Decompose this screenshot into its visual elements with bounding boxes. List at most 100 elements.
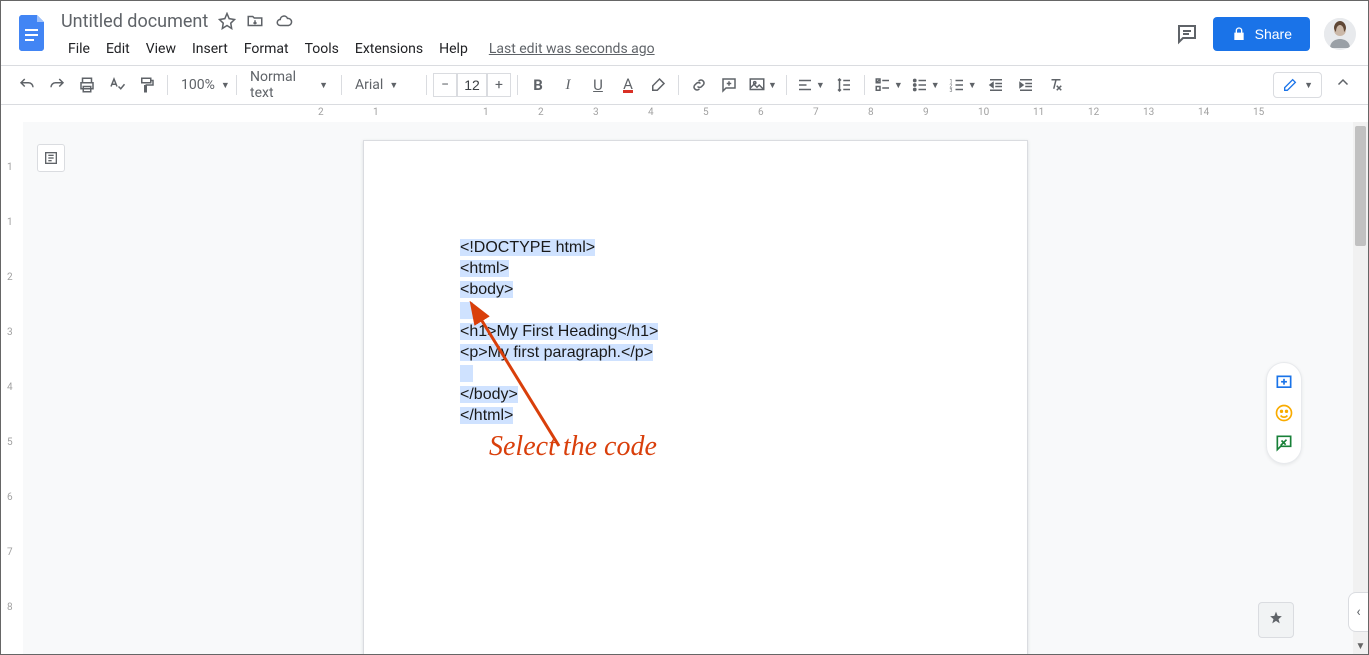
chevron-down-icon: ▼ <box>968 80 977 91</box>
align-button[interactable]: ▼ <box>793 71 828 99</box>
insert-link-button[interactable] <box>685 71 713 99</box>
paragraph-style-combo[interactable]: Normal text ▼ <box>243 72 335 98</box>
scroll-down-arrow[interactable]: ▼ <box>1353 639 1368 654</box>
document-line[interactable]: <h1>My First Heading</h1> <box>460 321 931 342</box>
scroll-thumb[interactable] <box>1355 126 1366 246</box>
menu-file[interactable]: File <box>61 37 97 61</box>
font-size-stepper: − + <box>433 73 511 97</box>
page-scroll-area[interactable]: <!DOCTYPE html><html><body> <h1>My First… <box>23 122 1368 654</box>
chevron-down-icon: ▼ <box>389 80 398 91</box>
side-panel-toggle[interactable]: ‹ <box>1348 592 1368 632</box>
menu-help[interactable]: Help <box>432 37 475 61</box>
toolbar-separator <box>341 75 342 95</box>
comments-history-icon[interactable] <box>1175 22 1199 46</box>
docs-logo[interactable] <box>13 13 53 53</box>
explore-button[interactable] <box>1258 602 1294 638</box>
redo-button[interactable] <box>43 71 71 99</box>
paint-format-button[interactable] <box>133 71 161 99</box>
document-line[interactable] <box>460 300 931 321</box>
chevron-down-icon: ▼ <box>816 80 825 91</box>
horizontal-ruler[interactable]: 21123456789101112131415 <box>1 105 1368 121</box>
menu-edit[interactable]: Edit <box>99 37 137 61</box>
add-emoji-button[interactable] <box>1272 401 1296 425</box>
app-header: Untitled document File Edit View Insert … <box>1 1 1368 65</box>
font-size-input[interactable] <box>457 73 487 97</box>
vertical-ruler[interactable]: 112345678 <box>1 122 23 654</box>
toolbar: 100%▼ Normal text▼ Arial▼ − + B I U A ▼ … <box>1 65 1368 105</box>
share-label: Share <box>1255 26 1292 42</box>
document-line[interactable]: </body> <box>460 384 931 405</box>
document-line[interactable]: <p>My first paragraph.</p> <box>460 342 931 363</box>
menu-extensions[interactable]: Extensions <box>348 37 430 61</box>
chevron-down-icon: ▼ <box>894 80 903 91</box>
highlight-color-button[interactable] <box>644 71 672 99</box>
svg-text:3: 3 <box>949 88 952 94</box>
share-button[interactable]: Share <box>1213 17 1310 51</box>
add-comment-button[interactable] <box>1272 371 1296 395</box>
chevron-down-icon: ▼ <box>221 80 230 91</box>
suggest-edits-button[interactable] <box>1272 431 1296 455</box>
spellcheck-button[interactable] <box>103 71 131 99</box>
checklist-button[interactable]: ▼ <box>871 71 906 99</box>
lock-icon <box>1231 26 1247 42</box>
vertical-scrollbar[interactable]: ▲ ▼ <box>1353 122 1368 654</box>
chevron-down-icon: ▼ <box>319 80 328 91</box>
font-size-increase[interactable]: + <box>487 73 511 97</box>
menu-bar: File Edit View Insert Format Tools Exten… <box>61 33 1175 61</box>
toolbar-separator <box>786 75 787 95</box>
document-line[interactable]: <html> <box>460 258 931 279</box>
toolbar-separator <box>678 75 679 95</box>
insert-comment-button[interactable] <box>715 71 743 99</box>
toolbar-separator <box>517 75 518 95</box>
star-icon[interactable] <box>218 12 236 30</box>
toolbar-separator <box>426 75 427 95</box>
menu-view[interactable]: View <box>139 37 183 61</box>
font-combo[interactable]: Arial ▼ <box>348 72 420 98</box>
document-page[interactable]: <!DOCTYPE html><html><body> <h1>My First… <box>363 140 1028 654</box>
document-title[interactable]: Untitled document <box>61 11 208 32</box>
document-line[interactable]: <!DOCTYPE html> <box>460 237 931 258</box>
undo-button[interactable] <box>13 71 41 99</box>
last-edit-link[interactable]: Last edit was seconds ago <box>489 41 655 57</box>
font-size-decrease[interactable]: − <box>433 73 457 97</box>
document-line[interactable] <box>460 363 931 384</box>
document-line[interactable]: </html> <box>460 405 931 426</box>
pencil-icon <box>1282 77 1298 93</box>
line-spacing-button[interactable] <box>830 71 858 99</box>
chevron-down-icon: ▼ <box>768 80 777 91</box>
increase-indent-button[interactable] <box>1012 71 1040 99</box>
decrease-indent-button[interactable] <box>982 71 1010 99</box>
account-avatar[interactable] <box>1324 18 1356 50</box>
toolbar-separator <box>167 75 168 95</box>
print-button[interactable] <box>73 71 101 99</box>
document-canvas: 112345678 <!DOCTYPE html><html><body> <h… <box>1 122 1368 654</box>
chevron-down-icon: ▼ <box>931 80 940 91</box>
zoom-combo[interactable]: 100% ▼ <box>174 72 230 98</box>
move-folder-icon[interactable] <box>246 12 264 30</box>
editing-mode-button[interactable]: ▼ <box>1273 72 1322 98</box>
toolbar-separator <box>236 75 237 95</box>
insert-image-button[interactable]: ▼ <box>745 71 780 99</box>
header-right: Share <box>1175 17 1356 51</box>
menu-insert[interactable]: Insert <box>185 37 235 61</box>
underline-button[interactable]: U <box>584 71 612 99</box>
menu-format[interactable]: Format <box>237 37 296 61</box>
italic-button[interactable]: I <box>554 71 582 99</box>
menu-tools[interactable]: Tools <box>298 37 346 61</box>
title-area: Untitled document File Edit View Insert … <box>53 9 1175 61</box>
text-color-button[interactable]: A <box>614 71 642 99</box>
chevron-down-icon: ▼ <box>1304 80 1313 91</box>
font-value: Arial <box>355 77 383 93</box>
bulleted-list-button[interactable]: ▼ <box>908 71 943 99</box>
collapse-header-button[interactable] <box>1330 70 1356 100</box>
zoom-value: 100% <box>181 77 215 93</box>
cloud-status-icon[interactable] <box>274 12 294 30</box>
comment-rail <box>1266 362 1302 464</box>
numbered-list-button[interactable]: 123▼ <box>945 71 980 99</box>
annotation-text: Select the code <box>489 431 657 463</box>
document-line[interactable]: <body> <box>460 279 931 300</box>
clear-formatting-button[interactable] <box>1042 71 1070 99</box>
bold-button[interactable]: B <box>524 71 552 99</box>
toolbar-separator <box>864 75 865 95</box>
style-value: Normal text <box>250 69 313 101</box>
